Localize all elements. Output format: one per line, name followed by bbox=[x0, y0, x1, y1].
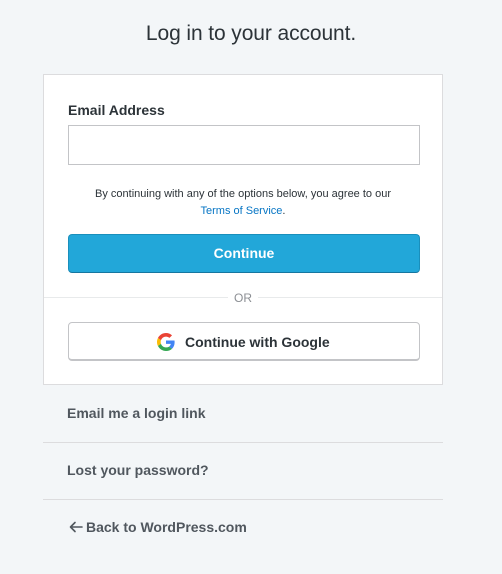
footer-divider bbox=[43, 442, 443, 443]
google-button-label: Continue with Google bbox=[185, 334, 330, 350]
terms-prefix: By continuing with any of the options be… bbox=[95, 188, 391, 200]
or-divider-text: OR bbox=[228, 290, 258, 306]
google-g-icon bbox=[157, 333, 175, 351]
continue-button[interactable]: Continue bbox=[68, 234, 420, 273]
terms-suffix: . bbox=[282, 205, 286, 217]
email-label: Email Address bbox=[68, 102, 165, 118]
login-card: Email Address By continuing with any of … bbox=[43, 74, 443, 385]
footer-divider bbox=[43, 499, 443, 500]
arrow-left-icon bbox=[69, 520, 83, 534]
terms-notice: By continuing with any of the options be… bbox=[44, 186, 442, 220]
page-title: Log in to your account. bbox=[145, 22, 357, 45]
lost-password-link[interactable]: Lost your password? bbox=[67, 462, 209, 478]
email-field[interactable] bbox=[68, 125, 420, 165]
terms-of-service-link[interactable]: Terms of Service bbox=[201, 205, 283, 217]
back-link-label: Back to WordPress.com bbox=[86, 519, 247, 535]
continue-with-google-button[interactable]: Continue with Google bbox=[68, 322, 420, 361]
email-login-link[interactable]: Email me a login link bbox=[67, 405, 205, 421]
back-to-wordpress-link[interactable]: Back to WordPress.com bbox=[69, 519, 247, 535]
